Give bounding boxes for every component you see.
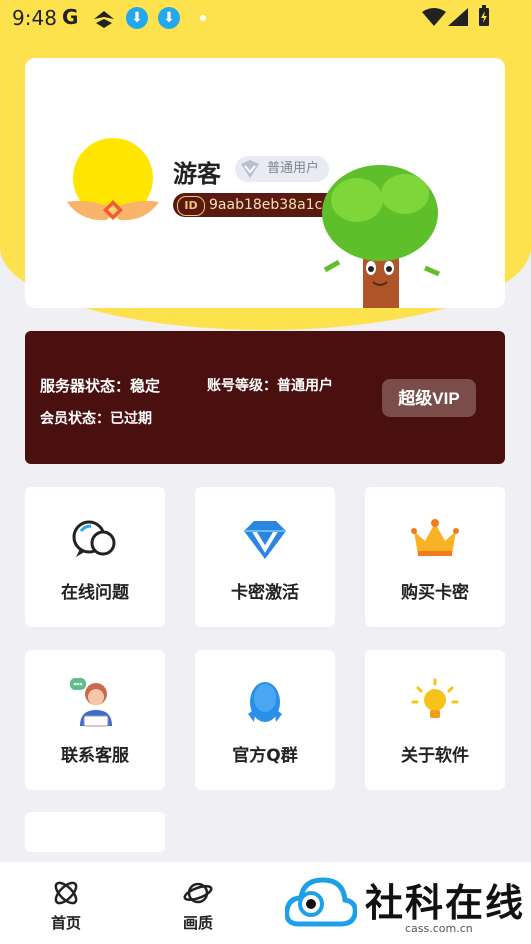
lightbulb-icon xyxy=(411,678,459,718)
tile-label: 官方Q群 xyxy=(232,746,298,766)
watermark-title: 社科在线 xyxy=(365,881,526,925)
tile-buy-card[interactable]: 购买卡密 xyxy=(365,487,505,627)
tile-label: 购买卡密 xyxy=(401,583,469,603)
planet-icon xyxy=(183,882,213,904)
tile-about-software[interactable]: 关于软件 xyxy=(365,650,505,790)
nav-label: 首页 xyxy=(50,914,81,932)
tile-label: 在线问题 xyxy=(61,583,129,603)
nav-label: 画质 xyxy=(182,914,213,932)
status-bar: 9:48 G ⬇ ⬇ xyxy=(0,0,531,36)
penguin-icon xyxy=(248,682,282,722)
tile-official-qq-group[interactable]: 官方Q群 xyxy=(195,650,335,790)
id-tag: ID xyxy=(177,196,205,216)
tile-contact-support[interactable]: 联系客服 xyxy=(25,650,165,790)
tile-card-activation[interactable]: 卡密激活 xyxy=(195,487,335,627)
super-vip-button[interactable]: 超级VIP xyxy=(382,379,476,417)
nav-home[interactable]: 首页 xyxy=(36,878,96,933)
status-time: 9:48 xyxy=(12,6,57,30)
tile-online-questions[interactable]: 在线问题 xyxy=(25,487,165,627)
member-status: 会员状态：已过期 xyxy=(40,411,152,427)
battery-icon xyxy=(479,5,489,26)
cloud-eye-logo-icon xyxy=(285,877,357,927)
partial-tile[interactable] xyxy=(25,812,165,852)
tile-label: 联系客服 xyxy=(61,746,129,766)
download-icon: ⬇ xyxy=(158,7,180,29)
signal-icon xyxy=(448,8,468,26)
wifi-icon xyxy=(422,8,446,26)
tile-label: 卡密激活 xyxy=(231,583,299,603)
notification-dot-icon xyxy=(200,15,206,21)
atom-icon xyxy=(54,881,78,905)
server-status: 服务器状态：稳定 xyxy=(40,377,161,395)
diamond-icon xyxy=(244,521,286,559)
account-status-card: 服务器状态：稳定 账号等级：普通用户 会员状态：已过期 超级VIP xyxy=(25,331,505,464)
badge-shield-icon xyxy=(241,160,259,178)
avatar-wings-icon xyxy=(67,200,159,221)
google-icon: G xyxy=(62,5,79,29)
profile-card: 游客 普通用户 ID 9aab18eb38a1ccec xyxy=(25,58,505,308)
username: 游客 xyxy=(173,160,221,188)
watermark: 社科在线 cass.com.cn xyxy=(285,870,531,944)
download-icon: ⬇ xyxy=(126,7,148,29)
customer-service-icon xyxy=(70,678,112,727)
tree-mascot-icon xyxy=(322,165,440,308)
nav-graphics[interactable]: 画质 xyxy=(168,878,228,933)
crown-icon xyxy=(411,519,459,556)
tile-label: 关于软件 xyxy=(401,746,469,766)
chat-bubbles-icon xyxy=(72,520,116,557)
app-notification-icon xyxy=(94,11,114,28)
account-level: 账号等级：普通用户 xyxy=(207,378,333,394)
watermark-url: cass.com.cn xyxy=(405,922,473,935)
